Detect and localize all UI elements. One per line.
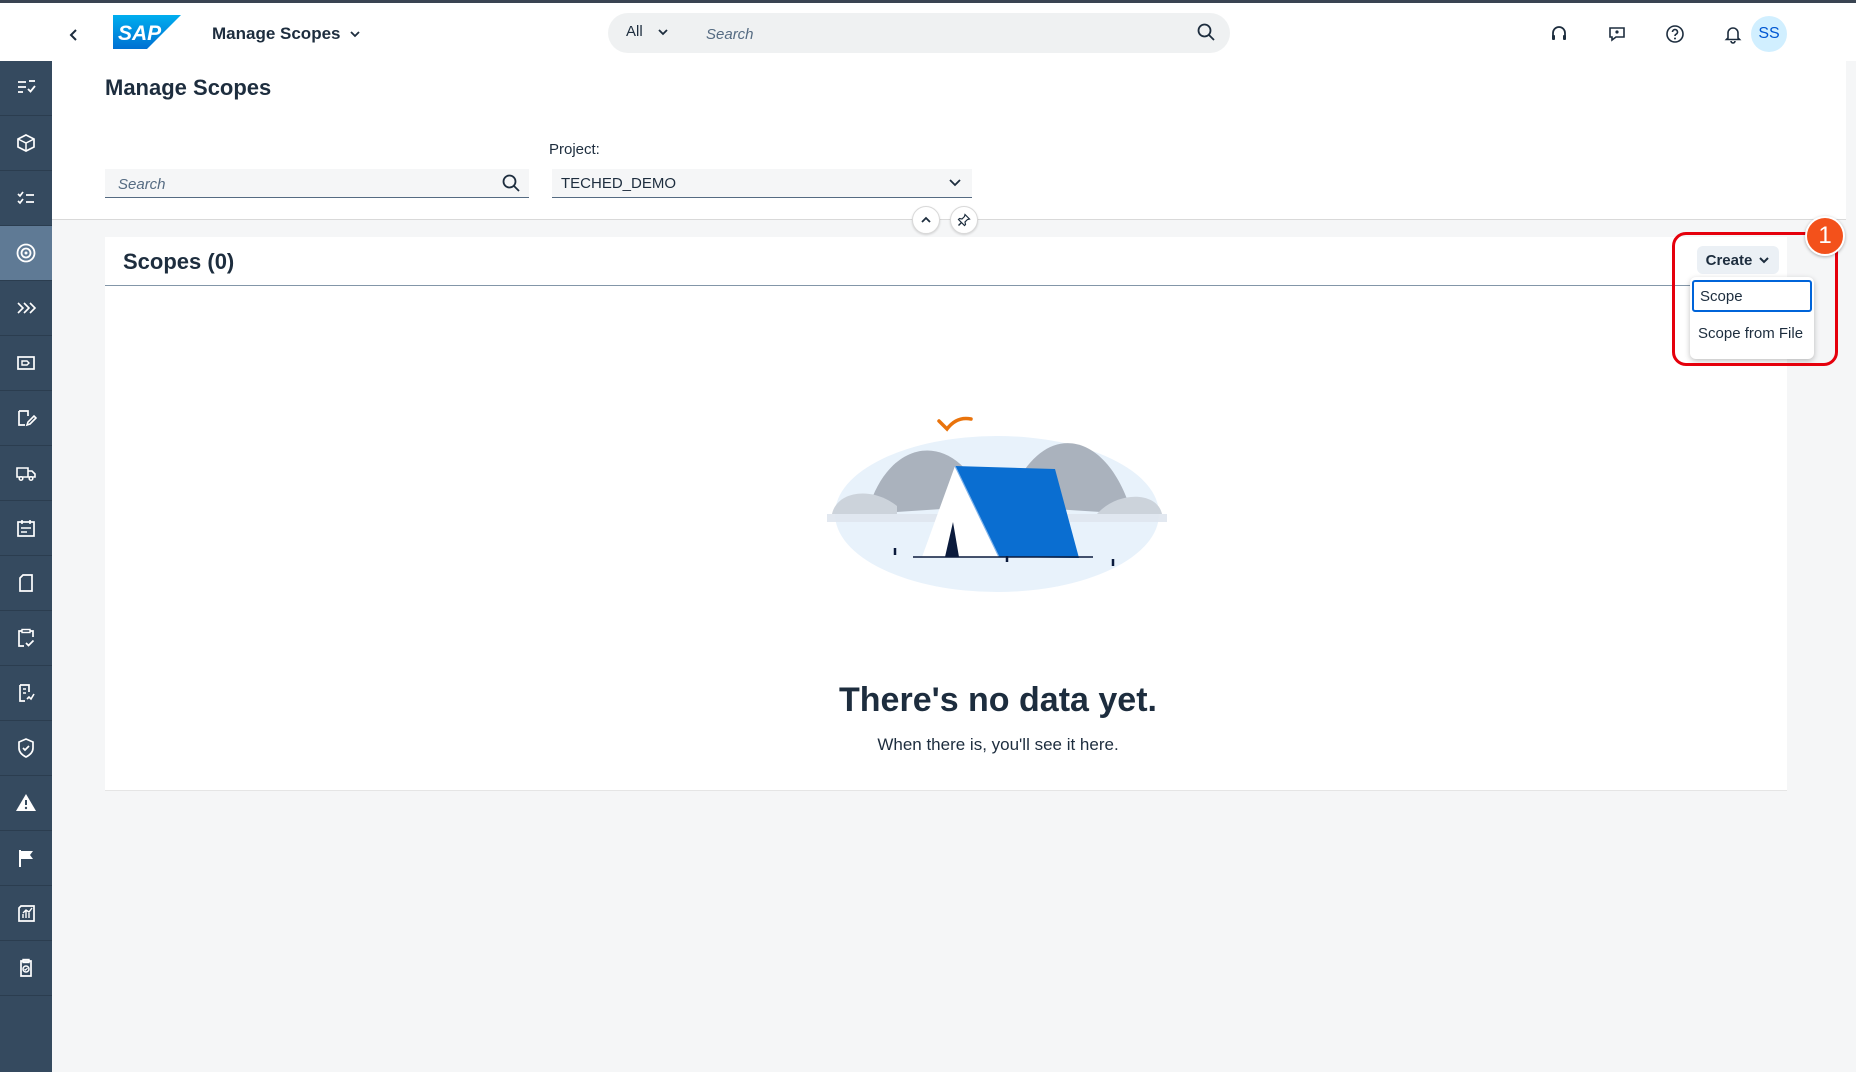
nav-item-checklists[interactable] [0, 171, 52, 226]
global-search-field: All [608, 13, 1230, 53]
nav-item-approvals[interactable] [0, 941, 52, 996]
warning-icon [16, 794, 36, 811]
chevron-left-icon [69, 29, 77, 41]
project-select-value: TECHED_DEMO [561, 175, 677, 192]
app-title-text: Manage Scopes [212, 24, 341, 43]
page-header: Manage Scopes Project: TECHED_DEMO [52, 61, 1856, 220]
nav-item-calendar[interactable] [0, 501, 52, 556]
chat-feedback-icon [1609, 27, 1625, 42]
shipping-icon [16, 467, 36, 482]
clipboard-badge-icon [20, 958, 32, 977]
nav-item-tests[interactable] [0, 666, 52, 721]
page-title: Manage Scopes [105, 75, 272, 100]
side-navigation [0, 61, 52, 1072]
pin-header-button[interactable] [950, 206, 978, 234]
flag-icon [19, 850, 33, 867]
checklist-icon [17, 191, 34, 205]
annotation-step-badge: 1 [1805, 216, 1845, 256]
sap-logo[interactable]: SAP [113, 15, 181, 49]
calendar-icon [17, 520, 35, 537]
bell-icon [1724, 27, 1742, 44]
target-icon [16, 243, 36, 263]
process-flow-icon [17, 302, 37, 314]
table-title: Scopes (0) [123, 249, 235, 274]
nav-item-tasks[interactable] [0, 61, 52, 116]
shield-check-icon [18, 738, 34, 758]
shell-actions [1530, 17, 1762, 51]
document-icon [19, 574, 33, 592]
product-box-icon [17, 134, 35, 152]
project-select[interactable]: TECHED_DEMO [552, 169, 972, 198]
app-title-menu[interactable]: Manage Scopes [212, 24, 361, 44]
nav-item-shipping[interactable] [0, 446, 52, 501]
report-icon [18, 905, 35, 922]
chevron-up-icon [921, 216, 931, 223]
nav-item-edit[interactable] [0, 391, 52, 446]
label-icon [17, 356, 35, 370]
search-icon[interactable] [1196, 22, 1216, 42]
search-scope-select[interactable]: All [626, 23, 669, 40]
header-controls [912, 206, 978, 234]
help-icon [1666, 25, 1684, 43]
chevron-down-icon [658, 28, 668, 35]
collapse-header-button[interactable] [912, 206, 940, 234]
back-button[interactable] [62, 23, 86, 47]
search-scope-value: All [626, 23, 643, 40]
nav-item-process[interactable] [0, 281, 52, 336]
chevron-down-icon [349, 31, 360, 38]
nav-item-reports[interactable] [0, 886, 52, 941]
pin-icon [957, 213, 971, 227]
project-label: Project: [549, 141, 600, 158]
edit-form-icon [18, 410, 37, 427]
empty-tent-illustration [827, 416, 1167, 592]
filter-search-input[interactable] [116, 173, 490, 195]
svg-text:SAP: SAP [118, 22, 162, 45]
feedback-button[interactable] [1588, 24, 1646, 44]
filter-search-field [105, 169, 529, 198]
help-button[interactable] [1646, 24, 1704, 44]
nav-item-milestones[interactable] [0, 831, 52, 886]
empty-state-title: There's no data yet. [839, 681, 1157, 719]
nav-item-issues[interactable] [0, 776, 52, 831]
global-search-input[interactable] [704, 21, 1188, 47]
table-toolbar: Scopes (0) [105, 237, 1787, 286]
chevron-down-icon [949, 179, 961, 187]
task-list-icon [18, 80, 36, 93]
clipboard-check-icon [18, 628, 35, 647]
nav-item-products[interactable] [0, 116, 52, 171]
nav-item-documents[interactable] [0, 556, 52, 611]
empty-state-description: When there is, you'll see it here. [877, 735, 1119, 754]
main-content: Manage Scopes Project: TECHED_DEMO Scope… [52, 61, 1856, 1072]
nav-item-labels[interactable] [0, 336, 52, 391]
nav-item-clipboard[interactable] [0, 611, 52, 666]
scroll-gutter [1846, 61, 1856, 1072]
user-avatar[interactable]: SS [1751, 16, 1787, 52]
headset-icon [1552, 26, 1566, 40]
test-checklist-icon [19, 684, 35, 702]
search-icon[interactable] [501, 173, 521, 193]
nav-item-security[interactable] [0, 721, 52, 776]
nav-item-scopes[interactable] [0, 226, 52, 281]
support-button[interactable] [1530, 24, 1588, 44]
shell-bar: SAP Manage Scopes All SS [0, 3, 1856, 61]
